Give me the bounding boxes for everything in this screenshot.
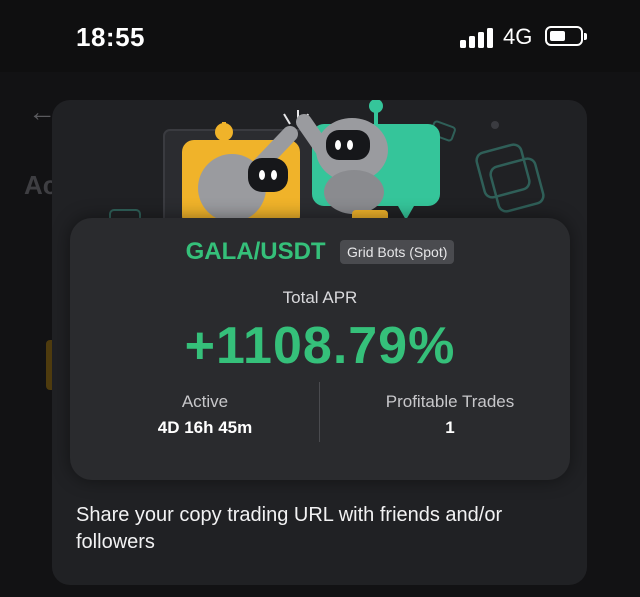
status-bar: 18:55 4G — [0, 0, 640, 72]
total-apr-label: Total APR — [282, 288, 358, 307]
stat-active-label: Active — [181, 392, 229, 411]
bot-type-badge: Grid Bots (Spot) — [340, 240, 455, 264]
network-type: 4G — [503, 24, 533, 49]
stat-profitable-trades-label: Profitable Trades — [385, 392, 515, 411]
stat-profitable-trades: Profitable Trades 1 — [340, 392, 560, 438]
stat-active-value: 4D 16h 45m — [157, 418, 253, 437]
share-description: Share your copy trading URL with friends… — [76, 504, 503, 553]
robots-high-five-illustration — [109, 100, 545, 230]
bot-performance-card: GALA/USDT Grid Bots (Spot) Total APR +11… — [70, 218, 570, 480]
battery-icon — [545, 26, 587, 46]
battery-nub — [584, 33, 587, 40]
stats-divider — [319, 382, 320, 442]
battery-fill — [550, 31, 565, 41]
total-apr-value: +1108.79% — [184, 317, 456, 375]
share-modal: GALA/USDT Grid Bots (Spot) Total APR +11… — [52, 100, 587, 585]
trading-pair: GALA/USDT — [185, 238, 326, 265]
status-time: 18:55 — [76, 22, 145, 52]
signal-bars-icon — [460, 28, 493, 48]
stat-active: Active 4D 16h 45m — [90, 392, 320, 438]
stat-profitable-trades-value: 1 — [445, 418, 455, 437]
pair-row: GALA/USDT Grid Bots (Spot) — [70, 238, 570, 266]
